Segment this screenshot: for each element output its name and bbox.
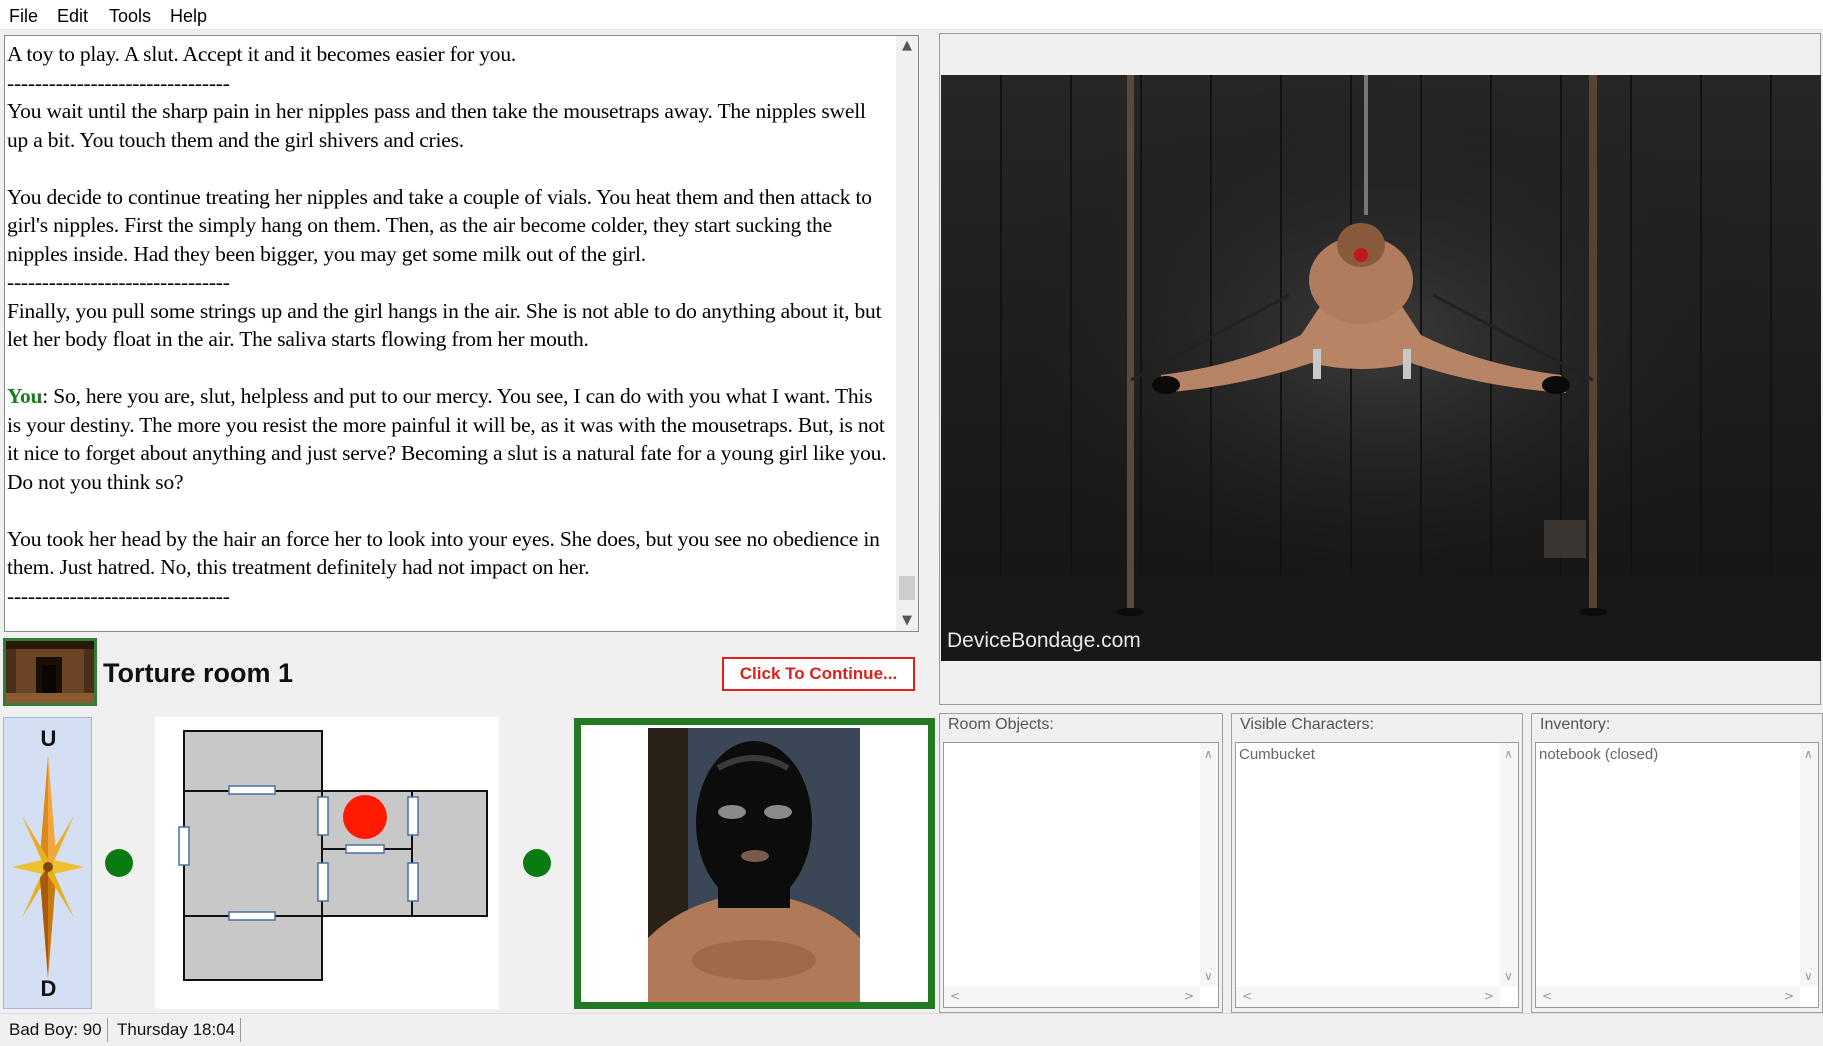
scroll-right-icon[interactable]: > (1784, 989, 1794, 1003)
log-paragraph: You decide to continue treating her nipp… (7, 184, 878, 266)
scene-picture: DeviceBondage.com (941, 75, 1821, 661)
dialogue-text: : So, here you are, slut, helpless and p… (7, 384, 887, 494)
story-log[interactable]: A toy to play. A slut. Accept it and it … (4, 35, 919, 632)
room-objects-vscroll[interactable]: ∧ ∨ (1200, 743, 1218, 987)
menu-file[interactable]: File (9, 6, 38, 27)
room-objects-label: Room Objects: (948, 716, 1054, 733)
location-thumbnail (3, 638, 97, 706)
exit-west-marker[interactable] (105, 849, 133, 877)
status-bar: Bad Boy: 90 Thursday 18:04 (0, 1013, 1823, 1046)
speaker-name: You (7, 384, 43, 408)
room-objects-panel: Room Objects: ∧ ∨ < > (939, 713, 1223, 1013)
compass[interactable]: U D (3, 717, 92, 1009)
compass-rose-icon (12, 756, 84, 978)
scroll-up-icon[interactable]: ∧ (1504, 747, 1513, 761)
inventory-list[interactable]: notebook (closed) ∧ ∨ < > (1535, 742, 1819, 1008)
log-dialogue: You: So, here you are, slut, helpless an… (7, 382, 887, 496)
log-paragraph: Finally, you pull some strings up and th… (7, 298, 887, 352)
watermark: DeviceBondage.com (947, 629, 1141, 652)
menu-edit[interactable]: Edit (57, 6, 88, 27)
bad-boy-score: Bad Boy: 90 (9, 1020, 102, 1039)
inventory-panel: Inventory: notebook (closed) ∧ ∨ < > (1531, 713, 1823, 1013)
scroll-left-icon[interactable]: < (950, 989, 960, 1003)
log-line: A toy to play. A slut. Accept it and it … (7, 42, 517, 66)
log-separator: -------------------------------- (7, 583, 230, 608)
scroll-up-icon[interactable]: ∧ (1804, 747, 1813, 761)
inventory-label: Inventory: (1540, 716, 1611, 733)
visible-characters-label: Visible Characters: (1240, 716, 1374, 733)
scroll-down-icon[interactable]: ∨ (1204, 969, 1213, 983)
scroll-left-icon[interactable]: < (1242, 989, 1252, 1003)
visible-characters-vscroll[interactable]: ∧ ∨ (1500, 743, 1518, 987)
log-separator: -------------------------------- (7, 270, 230, 294)
scroll-thumb[interactable] (899, 576, 915, 600)
menu-bar: File Edit Tools Help (0, 0, 1823, 30)
room-objects-hscroll[interactable]: < > (944, 987, 1200, 1007)
list-item[interactable]: notebook (closed) (1539, 746, 1658, 763)
game-time: Thursday 18:04 (117, 1020, 236, 1039)
list-item[interactable]: Cumbucket (1239, 746, 1315, 763)
status-divider (107, 1018, 108, 1042)
scroll-down-icon[interactable]: ∨ (1504, 969, 1513, 983)
visible-characters-panel: Visible Characters: Cumbucket ∧ ∨ < > (1231, 713, 1523, 1013)
log-scrollbar[interactable]: ▲ ▼ (896, 36, 918, 631)
status-divider (240, 1018, 241, 1042)
scroll-up-icon[interactable]: ▲ (896, 36, 918, 56)
visible-characters-list[interactable]: Cumbucket ∧ ∨ < > (1235, 742, 1519, 1008)
inventory-hscroll[interactable]: < > (1536, 987, 1800, 1007)
visible-characters-hscroll[interactable]: < > (1236, 987, 1500, 1007)
log-separator: -------------------------------- (7, 70, 230, 95)
scroll-down-icon[interactable]: ∨ (1804, 969, 1813, 983)
player-marker (343, 795, 387, 839)
room-map[interactable] (92, 717, 657, 1009)
menu-help[interactable]: Help (170, 6, 207, 27)
inventory-vscroll[interactable]: ∧ ∨ (1800, 743, 1818, 987)
compass-down[interactable]: D (4, 976, 93, 1002)
scroll-up-icon[interactable]: ∧ (1204, 747, 1213, 761)
scroll-right-icon[interactable]: > (1184, 989, 1194, 1003)
continue-button[interactable]: Click To Continue... (722, 657, 915, 691)
location-name: Torture room 1 (103, 658, 294, 688)
room-objects-list[interactable]: ∧ ∨ < > (943, 742, 1219, 1008)
scroll-right-icon[interactable]: > (1484, 989, 1494, 1003)
exit-east-marker[interactable] (523, 849, 551, 877)
compass-up[interactable]: U (4, 726, 93, 752)
scroll-left-icon[interactable]: < (1542, 989, 1552, 1003)
menu-tools[interactable]: Tools (109, 6, 151, 27)
character-portrait-frame[interactable] (574, 718, 935, 1009)
log-paragraph: You took her head by the hair an force h… (7, 526, 885, 580)
scroll-down-icon[interactable]: ▼ (896, 611, 918, 631)
scene-picture-frame: DeviceBondage.com (939, 33, 1821, 705)
character-portrait (648, 728, 860, 1002)
story-log-text: A toy to play. A slut. Accept it and it … (7, 40, 887, 628)
log-paragraph: You wait until the sharp pain in her nip… (7, 99, 871, 152)
